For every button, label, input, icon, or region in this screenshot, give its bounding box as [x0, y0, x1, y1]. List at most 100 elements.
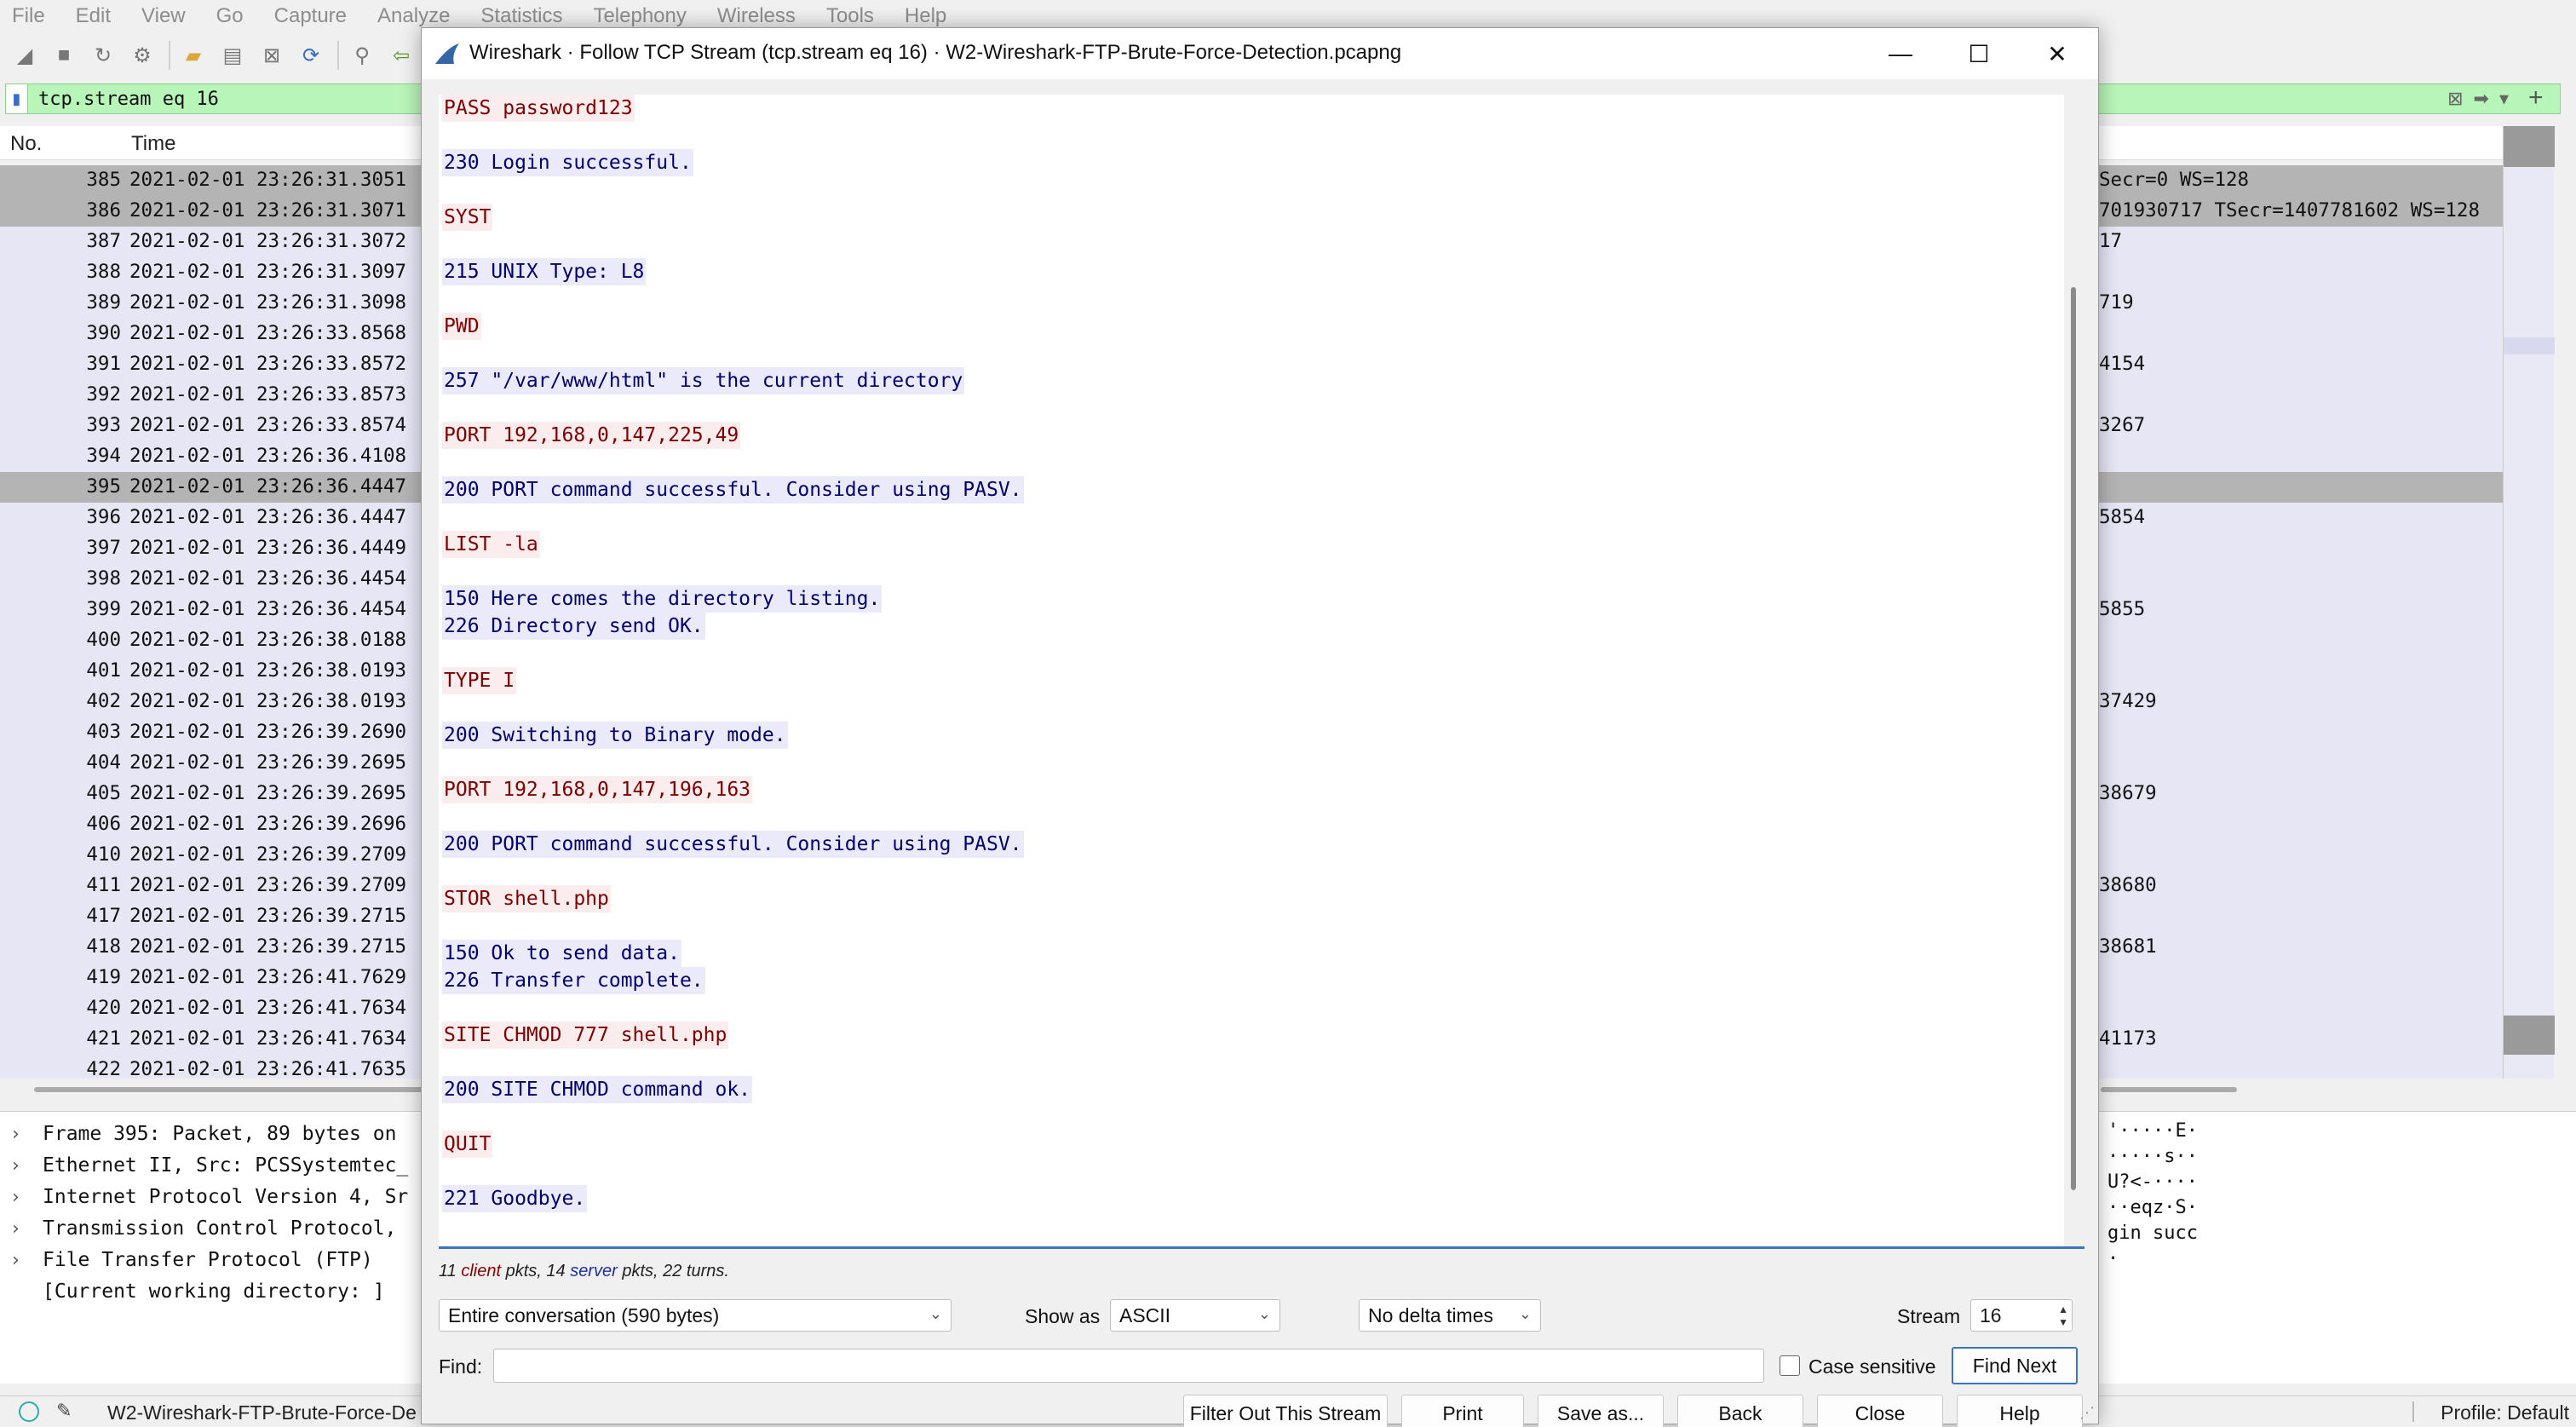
- client-stream-line: LIST -la: [442, 531, 540, 558]
- packet-number: 410: [86, 843, 121, 866]
- status-profile[interactable]: Profile: Default: [2441, 1401, 2569, 1424]
- stream-scrollbar[interactable]: [2064, 95, 2084, 1246]
- packet-info: 17: [2099, 230, 2123, 252]
- bytes-row: '·····E·: [2107, 1120, 2198, 1142]
- open-folder-icon[interactable]: ▰: [179, 41, 208, 70]
- packet-time: 2021-02-01 23:26:36.4454: [129, 567, 407, 590]
- horizontal-scrollbar[interactable]: [34, 1087, 426, 1092]
- print-button[interactable]: Print: [1401, 1395, 1524, 1427]
- packet-info: 38680: [2099, 874, 2157, 896]
- capture-comment-icon[interactable]: ✎: [56, 1400, 72, 1422]
- packet-time: 2021-02-01 23:26:33.8573: [129, 383, 407, 406]
- toolbar-separator: [337, 41, 339, 70]
- filter-out-stream-button[interactable]: Filter Out This Stream: [1183, 1395, 1388, 1427]
- follow-tcp-stream-dialog: Wireshark · Follow TCP Stream (tcp.strea…: [421, 27, 2099, 1427]
- shark-fin-start-icon[interactable]: ◢: [10, 41, 39, 70]
- menu-statistics[interactable]: Statistics: [480, 4, 562, 28]
- packet-list-scrollbar[interactable]: [2503, 126, 2555, 1079]
- packet-time: 2021-02-01 23:26:41.7635: [129, 1058, 407, 1079]
- find-next-button[interactable]: Find Next: [1952, 1347, 2078, 1384]
- column-no[interactable]: No.: [10, 132, 42, 156]
- stop-capture-icon[interactable]: ■: [49, 41, 78, 70]
- close-file-icon[interactable]: ⊠: [257, 41, 286, 70]
- save-file-icon[interactable]: ▤: [218, 41, 247, 70]
- delta-times-select[interactable]: No delta times ⌄: [1359, 1299, 1541, 1332]
- spin-up-icon[interactable]: ▲: [2058, 1303, 2068, 1315]
- menu-file[interactable]: File: [12, 4, 45, 28]
- column-time[interactable]: Time: [131, 132, 175, 156]
- bookmark-icon[interactable]: ▮: [6, 84, 28, 113]
- packet-time: 2021-02-01 23:26:39.2690: [129, 721, 407, 743]
- show-as-label: Show as: [1025, 1305, 1101, 1327]
- capture-options-icon[interactable]: ⚙: [128, 41, 157, 70]
- menu-capture[interactable]: Capture: [274, 4, 347, 28]
- chevron-right-icon[interactable]: ›: [12, 1124, 20, 1145]
- filter-dropdown-icon[interactable]: ▾: [2499, 88, 2509, 110]
- chevron-down-icon: ⌄: [929, 1305, 942, 1322]
- chevron-right-icon[interactable]: ›: [12, 1218, 20, 1240]
- packet-info: 37429: [2099, 690, 2157, 712]
- stream-content[interactable]: PASS password123 230 Login successful. SYS…: [439, 95, 2064, 1246]
- packet-number: 390: [86, 322, 121, 344]
- help-button[interactable]: Help: [1957, 1395, 2083, 1427]
- find-packet-icon[interactable]: ⚲: [348, 41, 377, 70]
- case-sensitive-label[interactable]: Case sensitive: [1808, 1355, 1936, 1378]
- client-stream-line: SYST: [442, 204, 493, 231]
- scrollbar-thumb[interactable]: [2504, 126, 2555, 167]
- find-input[interactable]: [493, 1349, 1764, 1383]
- reload-file-icon[interactable]: ⟳: [296, 41, 325, 70]
- horizontal-scrollbar[interactable]: [2101, 1087, 2237, 1092]
- menu-edit[interactable]: Edit: [76, 4, 111, 28]
- scrollbar-marker: [2504, 337, 2555, 354]
- packet-number: 400: [86, 629, 121, 651]
- chevron-right-icon[interactable]: ›: [12, 1155, 20, 1177]
- chevron-right-icon[interactable]: ›: [12, 1250, 20, 1271]
- maximize-icon[interactable]: ☐: [1940, 28, 2018, 79]
- menu-help[interactable]: Help: [905, 4, 946, 28]
- packet-number: 397: [86, 537, 121, 559]
- back-button[interactable]: Back: [1677, 1395, 1803, 1427]
- stream-number-spinbox[interactable]: 16 ▲ ▼: [1970, 1299, 2073, 1332]
- go-back-icon[interactable]: ⇦: [387, 41, 416, 70]
- client-stream-line: QUIT: [442, 1131, 493, 1158]
- resize-grip-icon[interactable]: ⋰: [2079, 1404, 2095, 1422]
- packet-number: 402: [86, 690, 121, 712]
- packet-number: 403: [86, 721, 121, 743]
- menu-go[interactable]: Go: [216, 4, 244, 28]
- detail-text: Internet Protocol Version 4, Sr: [43, 1186, 409, 1208]
- packet-time: 2021-02-01 23:26:41.7629: [129, 966, 407, 988]
- packet-time: 2021-02-01 23:26:33.8574: [129, 414, 407, 436]
- packet-number: 395: [86, 475, 121, 498]
- case-sensitive-checkbox[interactable]: [1780, 1355, 1800, 1376]
- packet-info: 38681: [2099, 935, 2157, 958]
- server-stream-line: 226 Directory send OK.: [442, 613, 705, 640]
- save-as-button[interactable]: Save as...: [1538, 1395, 1664, 1427]
- close-button[interactable]: Close: [1817, 1395, 1943, 1427]
- display-filter-input[interactable]: tcp.stream eq 16: [28, 89, 219, 110]
- conversation-select[interactable]: Entire conversation (590 bytes) ⌄: [439, 1299, 952, 1332]
- client-stream-line: PWD: [442, 313, 481, 340]
- menu-tools[interactable]: Tools: [826, 4, 874, 28]
- add-filter-button-icon[interactable]: +: [2528, 83, 2544, 112]
- menu-wireless[interactable]: Wireless: [717, 4, 796, 28]
- chevron-right-icon[interactable]: ›: [12, 1187, 20, 1208]
- expert-info-icon[interactable]: [19, 1401, 39, 1422]
- bytes-row: ·: [2107, 1248, 2119, 1269]
- spin-down-icon[interactable]: ▼: [2058, 1316, 2068, 1328]
- apply-filter-icon[interactable]: ➡: [2474, 88, 2489, 110]
- close-icon[interactable]: ✕: [2018, 28, 2096, 79]
- menu-telephony[interactable]: Telephony: [593, 4, 686, 28]
- packet-time: 2021-02-01 23:26:41.7634: [129, 1027, 407, 1050]
- scrollbar-thumb[interactable]: [2071, 287, 2076, 1190]
- menu-view[interactable]: View: [141, 4, 186, 28]
- restart-capture-icon[interactable]: ↻: [89, 41, 118, 70]
- minimize-icon[interactable]: —: [1861, 28, 1940, 79]
- clear-filter-icon[interactable]: ⊠: [2447, 88, 2463, 110]
- packet-time: 2021-02-01 23:26:39.2715: [129, 905, 407, 927]
- server-stream-line: 150 Ok to send data.: [442, 940, 681, 967]
- menu-analyze[interactable]: Analyze: [377, 4, 450, 28]
- packet-number: 392: [86, 383, 121, 406]
- packet-number: 388: [86, 261, 121, 283]
- show-as-select[interactable]: ASCII ⌄: [1110, 1299, 1280, 1332]
- packet-number: 406: [86, 813, 121, 835]
